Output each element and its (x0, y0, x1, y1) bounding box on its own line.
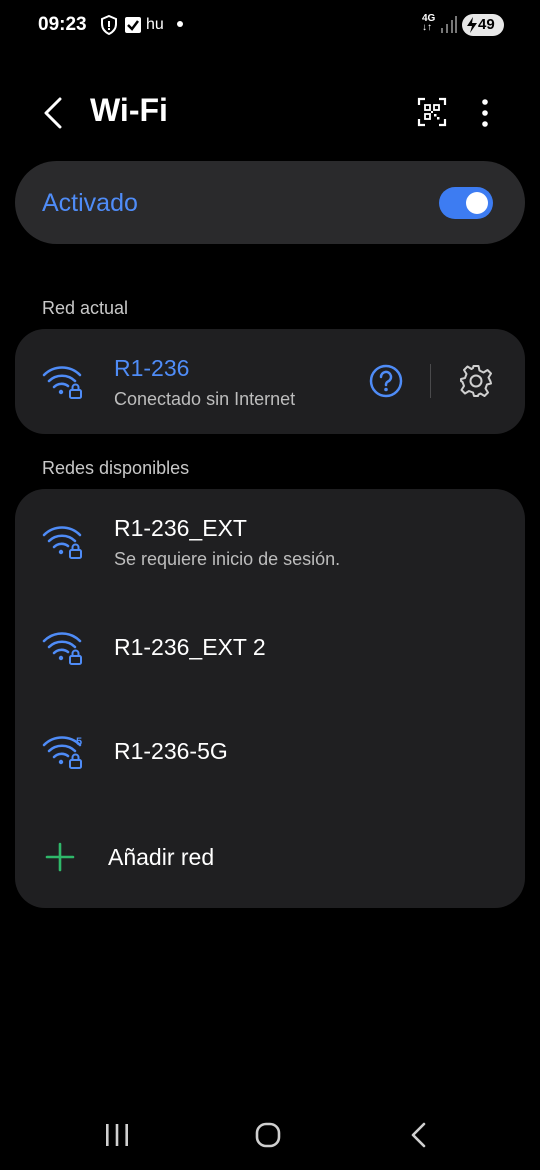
check-square-icon (125, 17, 141, 33)
switch-knob (466, 192, 488, 214)
home-icon[interactable] (254, 1121, 282, 1149)
wifi-5g-lock-icon: 5 (42, 736, 82, 769)
network-type: 4G ↓↑ (422, 13, 436, 33)
signal-icon (441, 16, 457, 33)
wifi-toggle-row[interactable]: Activado (15, 161, 525, 244)
current-network-section-label: Red actual (42, 298, 129, 318)
settings-gear-icon[interactable] (459, 364, 493, 398)
network-status: Se requiere inicio de sesión. (114, 549, 341, 569)
current-network-status: Conectado sin Internet (114, 389, 296, 409)
wifi-switch[interactable] (439, 187, 493, 219)
network-name: R1-236_EXT (114, 515, 247, 541)
available-networks-card: R1-236_EXT Se requiere inicio de sesión.… (15, 489, 525, 908)
back-nav-icon[interactable] (406, 1121, 432, 1149)
current-network-name: R1-236 (114, 355, 190, 381)
dot-icon (177, 21, 183, 27)
band-badge: 5 (76, 736, 82, 748)
recent-apps-icon[interactable] (103, 1122, 131, 1148)
divider (430, 364, 431, 398)
status-carrier-text: hu (146, 16, 164, 33)
wifi-toggle-label: Activado (42, 189, 138, 217)
add-network-label: Añadir red (108, 844, 215, 870)
add-network-row[interactable]: Añadir red (15, 809, 525, 904)
current-network-card[interactable]: R1-236 Conectado sin Internet (15, 329, 525, 434)
battery-charging-icon (467, 17, 477, 33)
status-time: 09:23 (38, 14, 87, 35)
page-title: Wi-Fi (90, 92, 168, 128)
wifi-lock-icon (42, 526, 82, 559)
available-networks-section-label: Redes disponibles (42, 458, 190, 478)
wifi-lock-icon (42, 366, 82, 399)
network-item-r1-236-ext-2[interactable]: R1-236_EXT 2 (15, 599, 525, 699)
qr-code-icon[interactable] (417, 97, 447, 127)
system-navigation-bar (0, 1100, 540, 1170)
help-icon[interactable] (369, 364, 403, 398)
network-name: R1-236_EXT 2 (114, 634, 266, 660)
wifi-lock-icon (42, 632, 82, 665)
plus-icon (45, 842, 75, 872)
more-vert-icon[interactable] (478, 98, 492, 128)
back-arrow-icon[interactable] (40, 96, 66, 130)
network-item-r1-236-5g[interactable]: 5 R1-236-5G (15, 703, 525, 803)
shield-icon (101, 15, 117, 35)
network-name: R1-236-5G (114, 738, 228, 764)
battery-indicator: 49 (462, 14, 504, 36)
network-item-r1-236-ext[interactable]: R1-236_EXT Se requiere inicio de sesión. (15, 489, 525, 589)
